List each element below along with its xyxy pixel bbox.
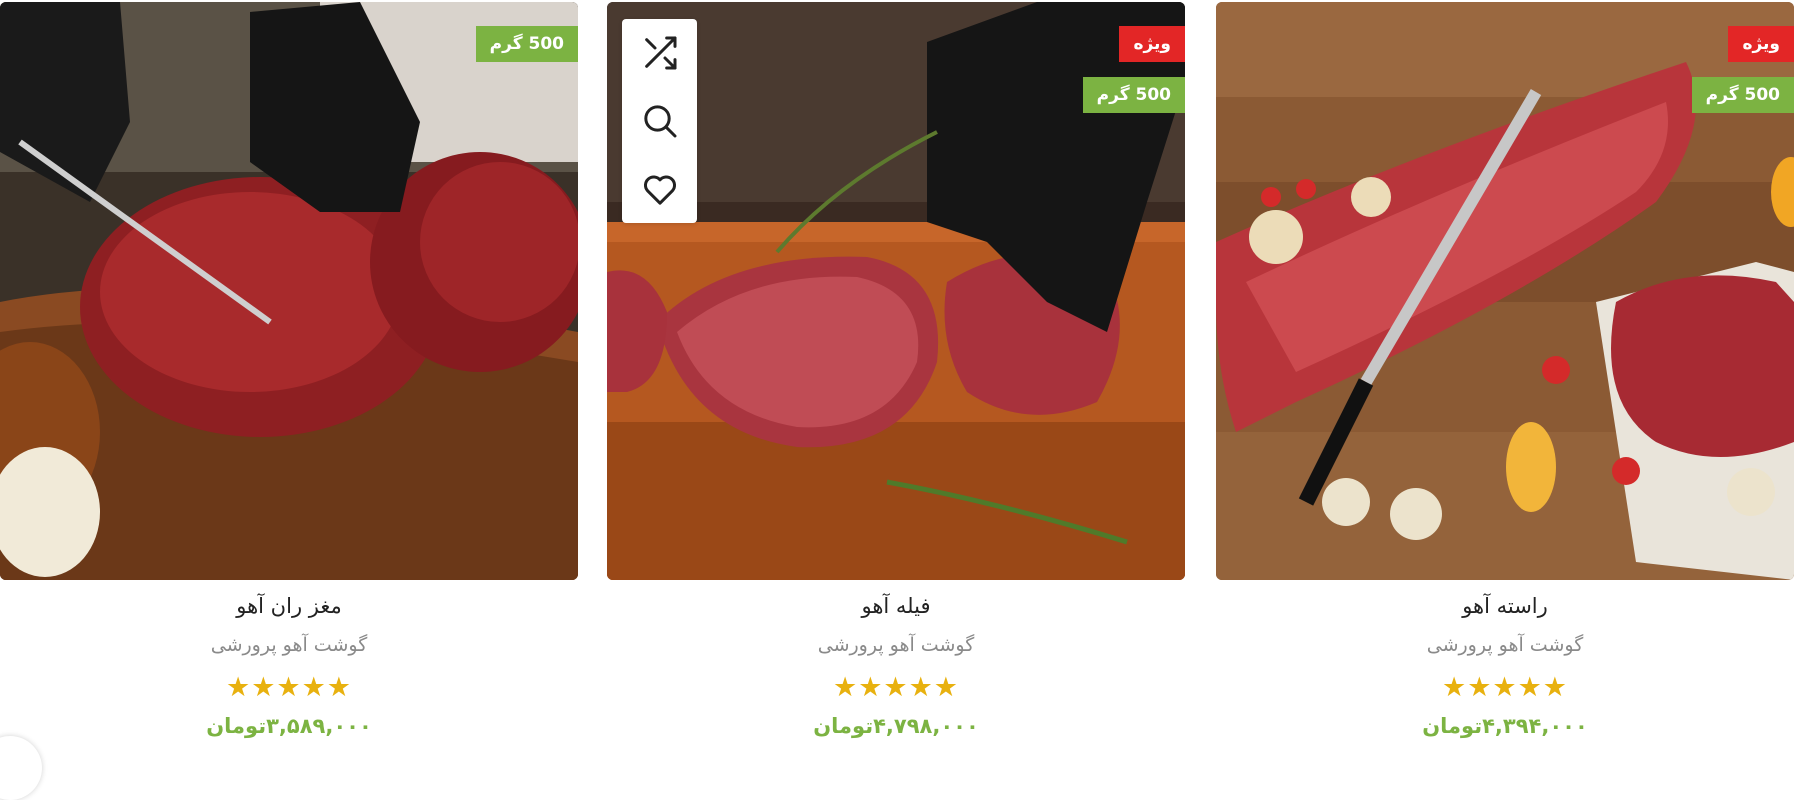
product-title[interactable]: راسته آهو <box>1216 594 1794 618</box>
weight-badge: 500 گرم <box>475 26 578 62</box>
product-category[interactable]: گوشت آهو پرورشی <box>0 634 578 656</box>
rating-stars: ★★★★★ <box>832 672 960 703</box>
rating-stars: ★★★★★ <box>225 672 353 703</box>
product-price: ۴,۳۹۴,۰۰۰تومان <box>1422 714 1588 738</box>
product-card[interactable]: 500 گرم مغز ران آهو گوشت آهو پرورشی ★★★★… <box>0 0 578 754</box>
rating-stars: ★★★★★ <box>1441 672 1569 703</box>
product-title[interactable]: مغز ران آهو <box>0 594 578 618</box>
product-image[interactable]: ویژه 500 گرم <box>607 2 1185 580</box>
product-title[interactable]: فیله آهو <box>607 594 1185 618</box>
product-actions-panel <box>622 19 697 223</box>
weight-badge: 500 گرم <box>1082 77 1185 113</box>
heart-icon[interactable] <box>640 169 680 209</box>
product-category[interactable]: گوشت آهو پرورشی <box>1216 634 1794 656</box>
product-image[interactable]: 500 گرم <box>0 2 578 580</box>
product-image[interactable]: ویژه 500 گرم <box>1216 2 1794 580</box>
product-card[interactable]: ویژه 500 گرم راسته آهو گوشت آهو پرورشی ★… <box>1216 0 1794 754</box>
product-price: ۴,۷۹۸,۰۰۰تومان <box>813 714 979 738</box>
weight-badge: 500 گرم <box>1691 77 1794 113</box>
special-badge: ویژه <box>1119 26 1185 62</box>
product-price: ۳,۵۸۹,۰۰۰تومان <box>206 714 372 738</box>
product-category[interactable]: گوشت آهو پرورشی <box>607 634 1185 656</box>
product-card[interactable]: ویژه 500 گرم فیله آهو گوشت آهو پرورشی ★★… <box>607 0 1185 754</box>
special-badge: ویژه <box>1728 26 1794 62</box>
shuffle-icon[interactable] <box>640 33 680 73</box>
search-icon[interactable] <box>640 101 680 141</box>
